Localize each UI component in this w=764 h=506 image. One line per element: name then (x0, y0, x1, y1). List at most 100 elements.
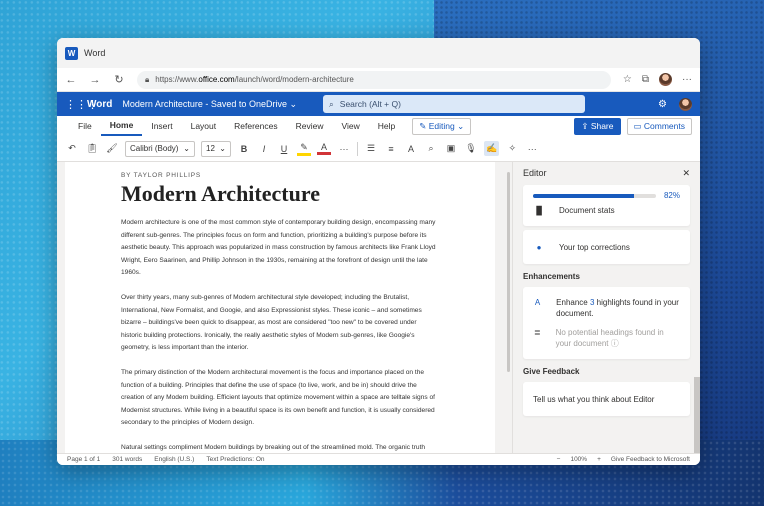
document-scrollbar[interactable] (507, 172, 510, 372)
document-title: Modern Architecture (121, 181, 320, 206)
tab-review[interactable]: Review (287, 116, 333, 136)
url-prefix: https://www. (155, 75, 199, 84)
enhance-highlights-item[interactable]: A Enhance 3 highlights found in your doc… (533, 293, 680, 323)
top-corrections-label: Your top corrections (559, 242, 630, 252)
text-enhance-icon: A (534, 298, 541, 307)
tab-references[interactable]: References (225, 116, 286, 136)
font-color-icon[interactable]: A (317, 142, 331, 155)
headings-icon: ≣ (533, 328, 541, 337)
bold-button[interactable]: B (237, 144, 251, 154)
app-name[interactable]: Word (87, 99, 112, 110)
enhance-text-pre: Enhance (556, 298, 590, 307)
format-painter-icon[interactable]: 🖌︎ (105, 143, 119, 154)
lock-icon: 🔒︎ (145, 74, 150, 84)
document-name[interactable]: Modern Architecture - Saved to OneDrive … (122, 99, 297, 110)
editor-scrollbar[interactable] (694, 377, 700, 457)
comments-label: Comments (643, 120, 685, 131)
browser-window: W Word ← → ↻ 🔒︎ https://www.office.com/l… (57, 38, 700, 465)
paragraph-4: Natural settings compliment Modern build… (121, 443, 426, 451)
comments-button[interactable]: ▭ Comments (626, 117, 692, 135)
title-bar: W Word (57, 38, 700, 68)
editor-score: 82% (663, 191, 680, 200)
search-placeholder: Search (Alt + Q) (339, 99, 401, 109)
main-area: BY TAYLOR PHILLIPS Modern Architecture M… (57, 162, 700, 457)
clipboard-icon[interactable]: 📋︎ (85, 143, 99, 154)
zoom-in-icon[interactable]: + (597, 456, 601, 463)
user-avatar[interactable] (679, 97, 692, 111)
app-launcher-icon[interactable]: ⋮⋮⋮ (65, 98, 98, 111)
url-path: /launch/word/modern-architecture (234, 75, 354, 84)
font-family-select[interactable]: Calibri (Body) ⌄ (125, 140, 195, 157)
feedback-link[interactable]: Give Feedback to Microsoft (611, 456, 690, 463)
back-icon[interactable]: ← (65, 74, 77, 86)
feedback-heading: Give Feedback (523, 367, 580, 376)
tab-file[interactable]: File (69, 116, 101, 136)
window-title: Word (84, 48, 106, 58)
status-bar: Page 1 of 1 301 words English (U.S.) Tex… (57, 453, 700, 465)
editor-pane: Editor ✕ 82% ▐▌ Document stats ● Your to… (512, 162, 700, 457)
font-family-value: Calibri (Body) (130, 144, 179, 153)
info-icon: ⓘ (610, 339, 619, 348)
close-icon[interactable]: ✕ (682, 168, 690, 179)
more-options-icon[interactable]: ··· (525, 144, 539, 154)
browser-profile-avatar[interactable] (659, 73, 672, 86)
document-page[interactable]: BY TAYLOR PHILLIPS Modern Architecture M… (65, 162, 495, 453)
chevron-down-icon: ⌄ (183, 144, 190, 153)
paragraph-3: The primary distinction of the Modern ar… (121, 368, 435, 427)
italic-button[interactable]: I (257, 144, 271, 154)
address-bar: ← → ↻ 🔒︎ https://www.office.com/launch/w… (57, 68, 700, 92)
url-domain: office.com (198, 75, 235, 84)
text-predictions[interactable]: Text Predictions: On (206, 456, 264, 463)
underline-button[interactable]: U (277, 144, 291, 154)
document-name-label: Modern Architecture - Saved to OneDrive (122, 98, 287, 109)
zoom-level[interactable]: 100% (570, 456, 587, 463)
language[interactable]: English (U.S.) (154, 456, 194, 463)
tab-help[interactable]: Help (369, 116, 404, 136)
sensitivity-icon[interactable]: ▣ (444, 143, 458, 154)
undo-icon[interactable]: ↶ (65, 143, 79, 154)
collections-icon[interactable]: ⧉ (642, 74, 649, 85)
editor-score-bar (533, 193, 656, 198)
editor-icon[interactable]: ✍ (484, 141, 500, 156)
feedback-card[interactable]: Tell us what you think about Editor (523, 382, 690, 416)
highlight-icon[interactable]: ✎ (297, 142, 311, 156)
align-icon[interactable]: ≡ (384, 144, 398, 154)
top-corrections-card[interactable]: ● Your top corrections (523, 230, 690, 264)
styles-icon[interactable]: A (404, 144, 418, 154)
zoom-out-icon[interactable]: − (557, 456, 561, 463)
paragraph-1: Modern architecture is one of the most c… (121, 219, 436, 277)
share-button[interactable]: ⇪ Share (574, 117, 621, 135)
word-count[interactable]: 301 words (112, 456, 142, 463)
more-formatting-icon[interactable]: ··· (337, 144, 351, 154)
designer-icon[interactable]: ✧ (505, 143, 519, 154)
document-byline: BY TAYLOR PHILLIPS (121, 172, 202, 179)
editor-score-card[interactable]: 82% ▐▌ Document stats (523, 185, 690, 226)
tab-home[interactable]: Home (100, 116, 143, 136)
document-stats-label: Document stats (559, 205, 615, 215)
search-icon: ⌕ (329, 98, 334, 109)
search-box[interactable]: ⌕ Search (Alt + Q) (323, 95, 586, 113)
editing-mode-button[interactable]: ✎ Editing ⌄ (412, 117, 472, 135)
document-stats-item[interactable]: ▐▌ Document stats (533, 200, 680, 220)
tab-view[interactable]: View (332, 116, 368, 136)
settings-icon[interactable]: ⚙ (658, 99, 667, 110)
bar-chart-icon: ▐▌ (533, 205, 545, 215)
tab-insert[interactable]: Insert (142, 116, 181, 136)
font-size-select[interactable]: 12 ⌄ (201, 140, 231, 157)
tab-layout[interactable]: Layout (182, 116, 226, 136)
paragraph-2: Over thirty years, many sub-genres of Mo… (121, 293, 422, 352)
page-count: Page 1 of 1 (67, 456, 101, 463)
forward-icon[interactable]: → (89, 74, 101, 86)
url-field[interactable]: 🔒︎ https://www.office.com/launch/word/mo… (137, 70, 611, 89)
bullets-icon[interactable]: ☰ (364, 143, 378, 154)
enhancements-card: A Enhance 3 highlights found in your doc… (523, 287, 690, 359)
ribbon-tabs: File Home Insert Layout References Revie… (57, 116, 700, 136)
word-app-icon: W (65, 46, 78, 60)
refresh-icon[interactable]: ↻ (113, 73, 125, 86)
dictate-icon[interactable]: 🎙︎ (464, 143, 478, 154)
corrections-icon: ● (536, 242, 542, 252)
find-icon[interactable]: ⌕ (424, 143, 438, 154)
more-icon[interactable]: ··· (682, 74, 692, 85)
editing-label: Editing (428, 120, 455, 131)
favorites-icon[interactable]: ☆ (623, 74, 632, 85)
